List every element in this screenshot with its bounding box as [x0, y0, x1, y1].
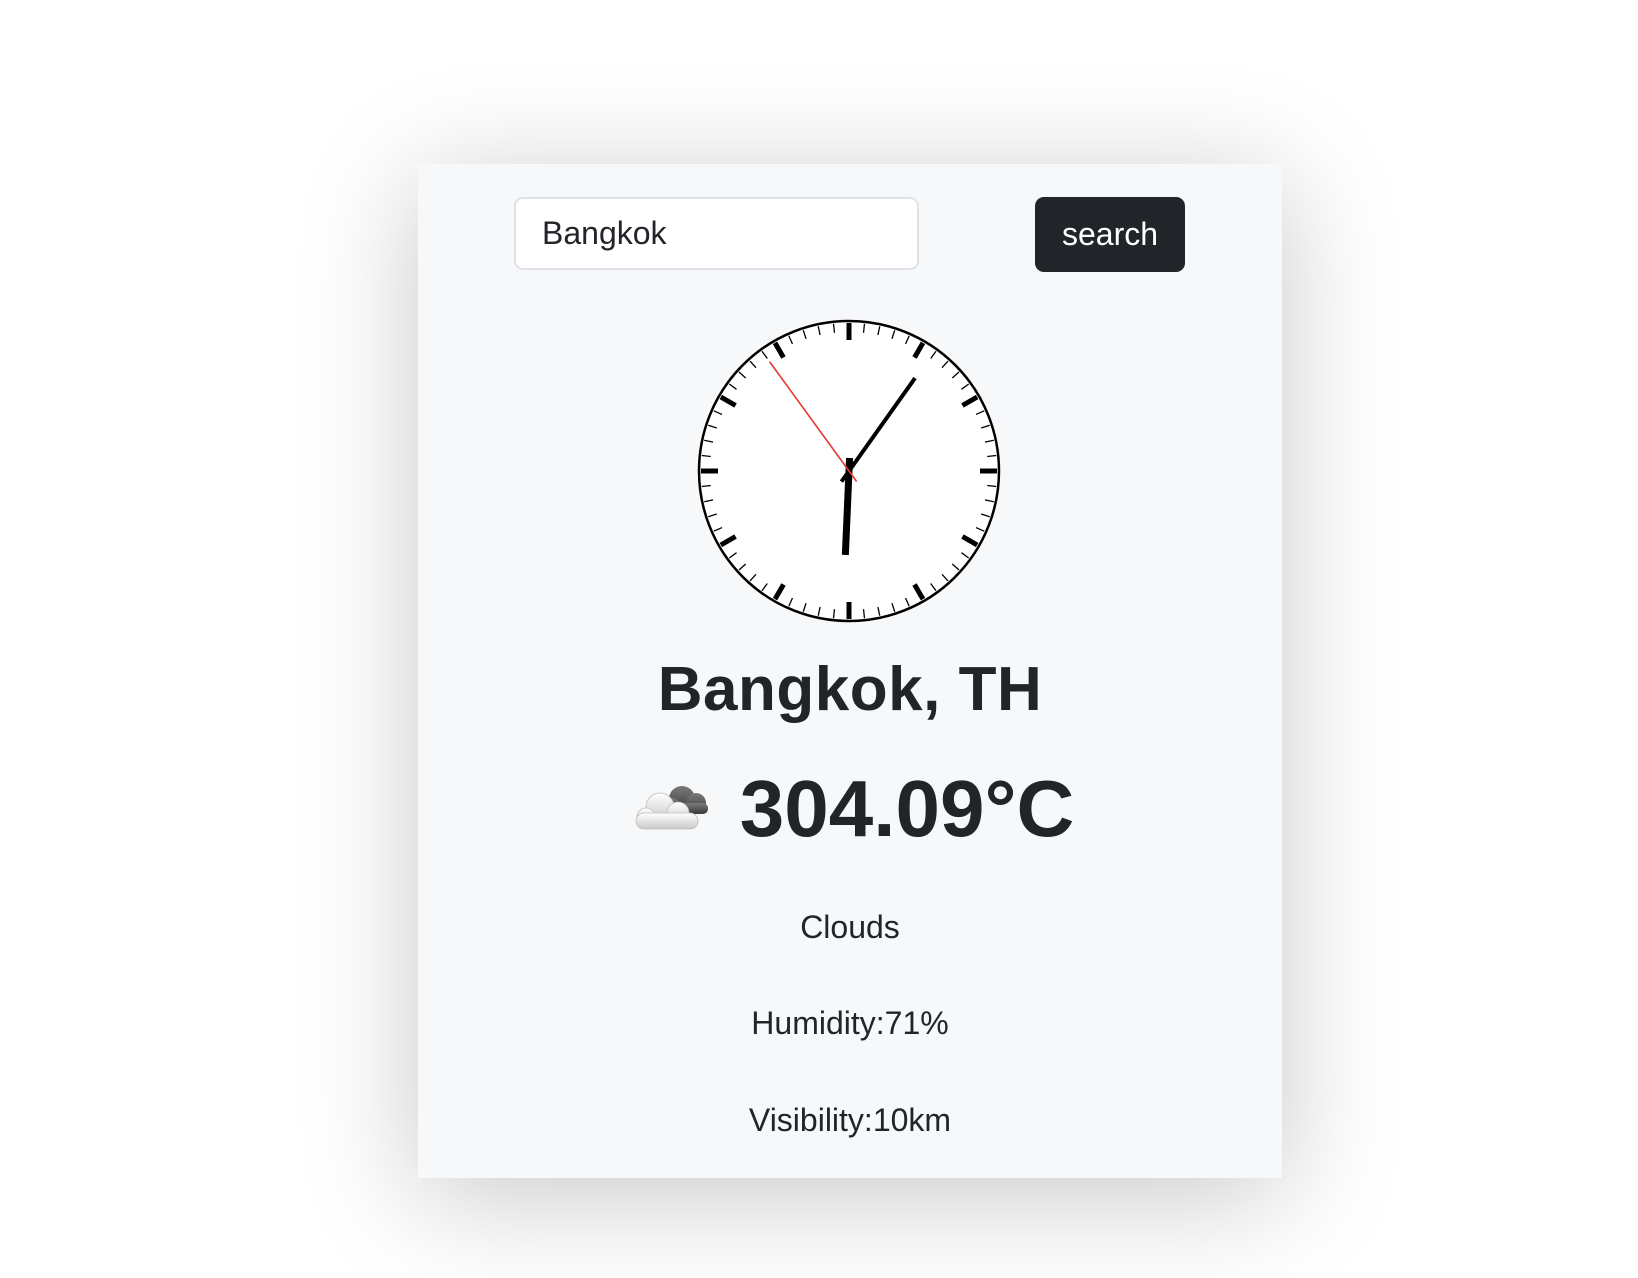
search-button[interactable]: search — [1035, 197, 1185, 272]
cloud-icon — [635, 786, 708, 830]
city-name: Bangkok, TH — [657, 655, 1043, 724]
temperature-value: 304.09°C — [739, 764, 1075, 853]
visibility-value: Visibility:10km — [748, 1102, 952, 1138]
temperature-row: 304.09°C — [418, 769, 1282, 849]
weather-condition: Clouds — [800, 909, 900, 945]
city-search-input[interactable] — [514, 197, 919, 270]
humidity-value: Humidity:71% — [751, 1005, 949, 1041]
weather-card: search Bangkok, TH — [418, 164, 1282, 1178]
analog-clock — [697, 319, 1001, 623]
